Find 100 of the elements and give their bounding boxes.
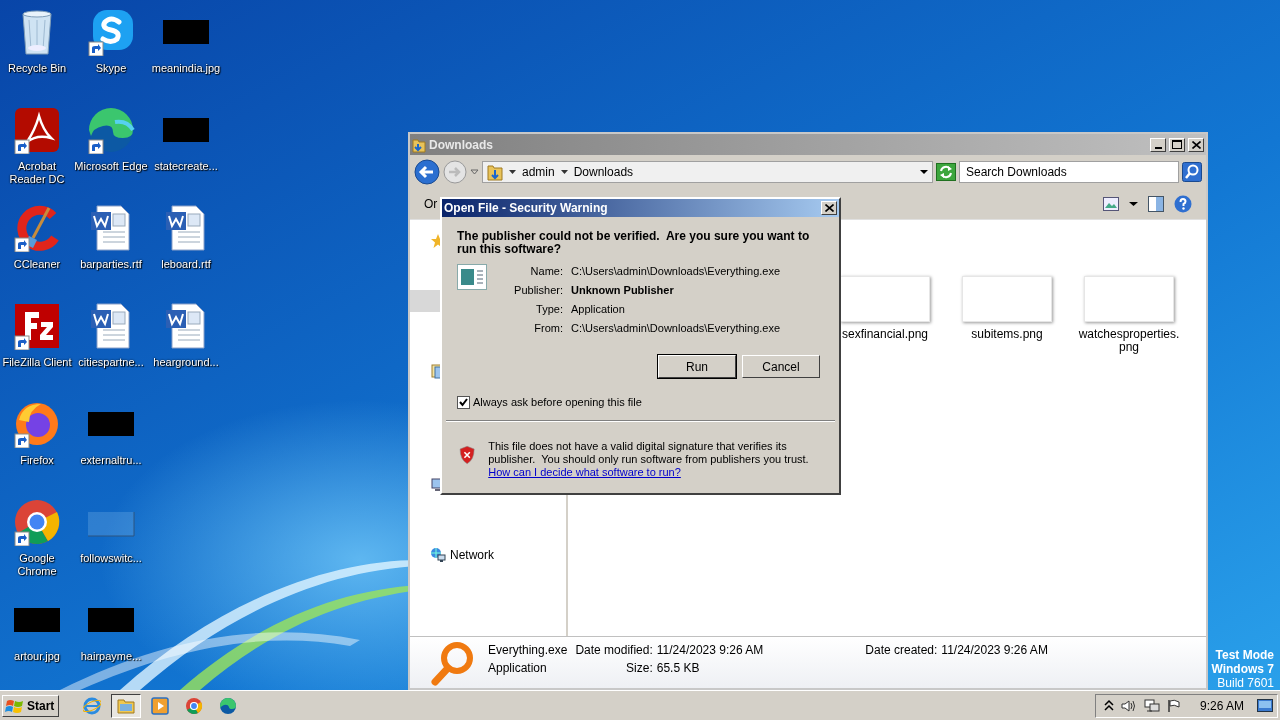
desktop-icon-label[interactable]: artour.jpg (14, 650, 60, 663)
ftp-app-icon[interactable] (13, 302, 61, 350)
chat-app-icon[interactable] (87, 8, 135, 56)
detail-label: Date modified: (575, 643, 653, 657)
os-notice-text: Windows 7 (1211, 662, 1274, 676)
start-button[interactable]: Start (2, 694, 60, 717)
refresh-icon[interactable] (936, 163, 956, 181)
browser-icon[interactable] (13, 498, 61, 546)
browser-icon (185, 696, 204, 715)
close-icon (824, 204, 834, 212)
field-label: Type: (535, 302, 563, 316)
desktop-icon-label[interactable]: Google Chrome (0, 552, 74, 578)
desktop-icon-label[interactable]: CCleaner (13, 258, 61, 271)
desktop-icon-label[interactable]: hairpayme... (80, 650, 142, 663)
caret-icon[interactable] (509, 169, 516, 175)
cancel-button[interactable]: Cancel (742, 355, 820, 378)
back-icon[interactable] (414, 159, 440, 185)
flag-icon[interactable] (1166, 698, 1181, 713)
breadcrumb-link[interactable]: Downloads (573, 163, 634, 181)
browser-icon (83, 696, 102, 715)
os-notice-text: Test Mode (1214, 648, 1274, 662)
window-title: Downloads (429, 136, 494, 154)
media-player-icon (151, 696, 170, 715)
warning-text: This file does not have a valid digital signature that verifies its publisher. You should only run software from publishers you trust. (488, 439, 810, 466)
caret-icon[interactable] (560, 169, 568, 175)
detail-label: Size: (625, 661, 653, 675)
image-thumbnail[interactable] (1084, 276, 1174, 322)
speaker-icon[interactable] (1120, 698, 1137, 713)
address-bar[interactable]: admin Downloads (482, 161, 933, 183)
field-label: From: (533, 321, 563, 335)
search-icon[interactable] (1182, 162, 1202, 182)
caret-icon[interactable] (920, 169, 928, 175)
magnifier-icon (430, 641, 476, 687)
checkbox[interactable] (457, 395, 470, 409)
field-value: Application (571, 302, 626, 316)
windows-flag-icon (5, 697, 25, 714)
folder-icon (487, 163, 503, 181)
file-name: Everything.exe (488, 642, 568, 659)
checkbox-label[interactable]: Always ask before opening this file (473, 394, 642, 411)
field-label: Publisher: (513, 283, 563, 297)
field-value: C:\Users\admin\Downloads\Everything.exe (571, 321, 782, 335)
chevron-icon[interactable] (1103, 698, 1114, 713)
image-thumbnail[interactable] (840, 276, 930, 322)
file-name[interactable]: subitems.png (971, 328, 1043, 341)
network-icon[interactable] (1143, 698, 1160, 713)
help-link[interactable]: How can I decide what software to run? (488, 465, 681, 478)
browser-icon[interactable] (13, 400, 61, 448)
file-type: Application (488, 660, 548, 677)
detail-label: Date created: (865, 643, 938, 657)
minimize-icon (1154, 146, 1162, 149)
file-name[interactable]: sexfinancial.png (841, 328, 929, 341)
maximize-icon (1172, 140, 1182, 149)
detail-value: 11/24/2023 9:26 AM (941, 643, 1048, 657)
network-icon[interactable] (430, 547, 446, 563)
breadcrumb-link[interactable]: admin (522, 163, 555, 181)
field-value: Unknown Publisher (571, 283, 675, 297)
file-name[interactable]: watchesproperties.png (1077, 328, 1181, 354)
desktop-icon-label[interactable]: Skype (95, 62, 127, 75)
os-notice-text: Build 7601 (1216, 676, 1274, 690)
desktop-icon-label[interactable]: statecreate... (154, 160, 218, 173)
run-button[interactable]: Run (658, 355, 736, 378)
desktop-icon-label[interactable]: citiespartne... (78, 356, 144, 369)
image-thumbnail[interactable] (962, 276, 1052, 322)
views-icon[interactable] (1103, 197, 1119, 211)
close-icon (1191, 140, 1201, 149)
help-icon[interactable] (1174, 195, 1192, 213)
preview-pane-icon[interactable] (1148, 196, 1164, 212)
field-label: Name: (529, 264, 563, 278)
browser-icon[interactable] (87, 106, 135, 154)
show-desktop-icon[interactable] (1257, 698, 1273, 713)
search-field[interactable]: Search Downloads (959, 161, 1179, 183)
desktop-icon-label[interactable]: barparties.rtf (80, 258, 142, 271)
maximize-button[interactable] (1169, 137, 1185, 152)
close-button[interactable] (821, 201, 837, 215)
desktop-icon-label[interactable]: hearground... (153, 356, 219, 369)
desktop-icon-label[interactable]: Recycle Bin (7, 62, 67, 75)
caret-icon[interactable] (1129, 201, 1138, 207)
desktop-icon-label[interactable]: leboard.rtf (161, 258, 211, 271)
close-button[interactable] (1188, 137, 1204, 152)
desktop-icon-label[interactable]: Firefox (20, 454, 54, 467)
clock[interactable]: 9:26 AM (1199, 696, 1244, 715)
folder-icon (412, 136, 426, 153)
taskbar-button[interactable] (111, 693, 142, 718)
folder-icon (117, 696, 136, 715)
detail-value: 65.5 KB (656, 661, 701, 675)
warning-heading: The publisher could not be verified. Are you sure you want to run this software? (456, 228, 811, 256)
nav-item[interactable]: Network (450, 546, 494, 564)
desktop-icon-label[interactable]: meanindia.jpg (151, 62, 221, 75)
minimize-button[interactable] (1150, 137, 1166, 152)
dialog-title: Open File - Security Warning (444, 200, 609, 217)
desktop-icon-label[interactable]: followswitc... (80, 552, 142, 565)
detail-value: 11/24/2023 9:26 AM (656, 643, 764, 657)
desktop-icon-label[interactable]: Microsoft Edge (74, 160, 148, 173)
field-value: C:\Users\admin\Downloads\Everything.exe (571, 264, 782, 278)
desktop-icon-label[interactable]: Acrobat Reader DC (0, 160, 74, 186)
browser-icon (219, 696, 238, 715)
desktop-icon-label[interactable]: externaltru... (80, 454, 142, 467)
cleaner-app-icon[interactable] (13, 204, 61, 252)
desktop-icon-label[interactable]: FileZilla Client (2, 356, 72, 369)
pdf-app-icon[interactable] (13, 106, 61, 154)
